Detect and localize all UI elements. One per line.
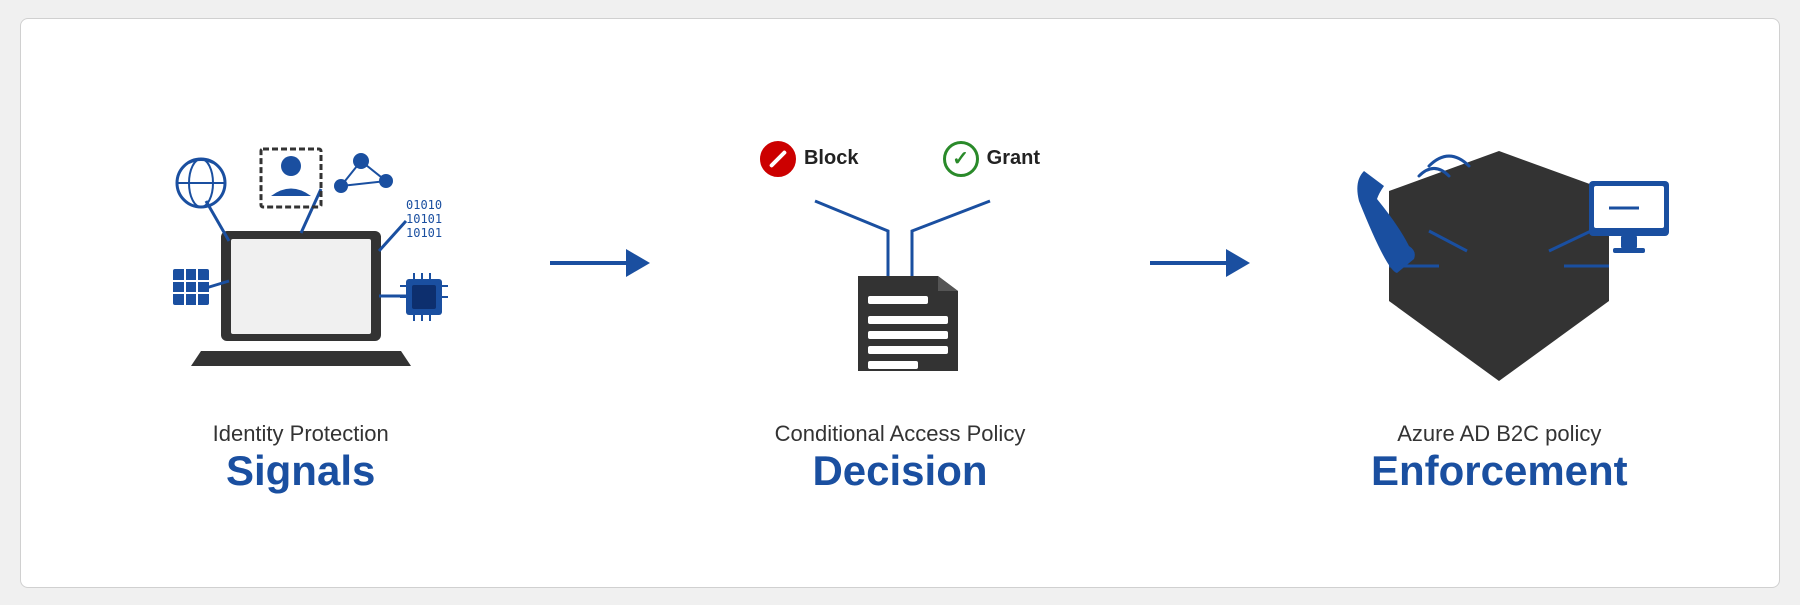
decision-label-area: Conditional Access Policy Decision: [775, 421, 1026, 495]
svg-text:01010: 01010: [406, 198, 442, 212]
decision-main-label: Decision: [775, 447, 1026, 495]
enforcement-label-area: Azure AD B2C policy Enforcement: [1371, 421, 1628, 495]
arrow-head-2: [1226, 249, 1250, 277]
signals-section: 01010 10101 10101: [61, 111, 540, 495]
arrow-icon: [550, 248, 650, 278]
decision-section: Block ✓ Grant: [660, 111, 1139, 495]
arrow-head: [626, 249, 650, 277]
arrow-line: [550, 261, 626, 265]
enforcement-illustration: [1309, 121, 1689, 401]
enforcement-main-label: Enforcement: [1371, 447, 1628, 495]
signals-sub-label: Identity Protection: [213, 421, 389, 447]
enforcement-section: Azure AD B2C policy Enforcement: [1260, 111, 1739, 495]
arrow-signals-to-decision: [540, 248, 660, 278]
signals-illustration: 01010 10101 10101: [151, 121, 451, 401]
arrow-icon-2: [1150, 248, 1250, 278]
arrow-line-2: [1150, 261, 1226, 265]
decision-sub-label: Conditional Access Policy: [775, 421, 1026, 447]
enforcement-sub-label: Azure AD B2C policy: [1371, 421, 1628, 447]
diagram-container: 01010 10101 10101: [20, 18, 1780, 588]
signals-icon-area: 01010 10101 10101: [151, 111, 451, 411]
signals-main-label: Signals: [213, 447, 389, 495]
enforcement-icon-area: [1309, 111, 1689, 411]
svg-text:10101: 10101: [406, 226, 442, 240]
arrow-decision-to-enforcement: [1140, 248, 1260, 278]
decision-branches-svg: [740, 121, 1060, 401]
decision-icon-area: Block ✓ Grant: [740, 111, 1060, 411]
svg-text:10101: 10101: [406, 212, 442, 226]
signals-label-area: Identity Protection Signals: [213, 421, 389, 495]
